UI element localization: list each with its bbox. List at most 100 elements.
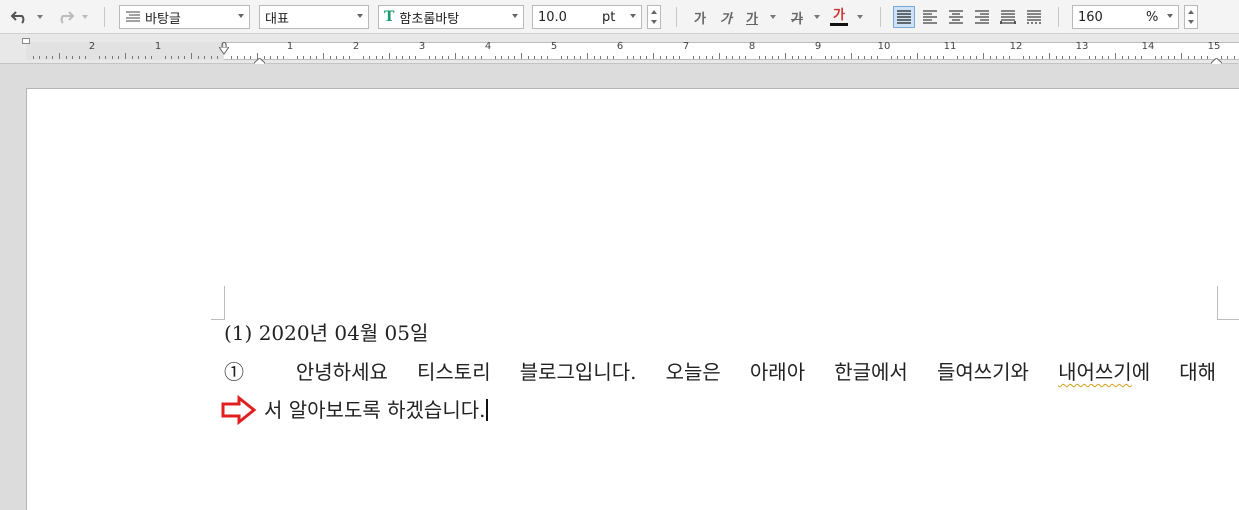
bold-button[interactable]: 가 [690, 5, 710, 29]
align-center-button[interactable] [945, 6, 967, 28]
zoom-select[interactable]: 160 % [1072, 5, 1179, 29]
ruler-tick [1128, 56, 1129, 59]
ruler-tick [66, 56, 67, 59]
ruler-tick [1003, 56, 1004, 59]
font-color-dropdown-icon[interactable] [857, 15, 863, 19]
ruler-tick [864, 56, 865, 59]
font-select[interactable]: T 함초롬바탕 [378, 5, 524, 29]
ruler-tick [1029, 56, 1030, 59]
undo-icon[interactable] [8, 5, 32, 29]
ruler-tick [765, 56, 766, 59]
paragraph-line[interactable]: (1) 2020년 04월 05일 [224, 317, 428, 346]
ruler-tick [508, 56, 509, 59]
chevron-down-icon [512, 14, 518, 18]
redo-dropdown-icon[interactable] [82, 15, 88, 19]
page-gap [0, 64, 1239, 88]
ruler-tick [1155, 56, 1156, 59]
ruler-label: 13 [1075, 41, 1089, 52]
paragraph-line[interactable]: ① 안녕하세요 티스토리 블로그입니다. 오늘은 아래아 한글에서 들여쓰기와 … [224, 356, 1216, 385]
paragraph-line[interactable]: 서 알아보도록 하겠습니다. [264, 394, 489, 423]
ruler-label: 14 [1141, 41, 1155, 52]
ruler-tick [72, 56, 73, 59]
language-select-value: 대표 [265, 11, 289, 27]
align-split-icon [1027, 10, 1041, 24]
redo-icon[interactable] [53, 5, 77, 29]
ruler-tick [1075, 56, 1076, 59]
ruler-tick [1023, 56, 1024, 59]
align-justify-button[interactable] [893, 6, 915, 28]
ruler-tick [1042, 56, 1043, 59]
ruler-tick [481, 56, 482, 59]
ruler-tick [39, 56, 40, 59]
ruler-tick [594, 56, 595, 59]
italic-button[interactable]: 가 [716, 5, 736, 29]
ruler-tick [745, 56, 746, 59]
ruler-tick [811, 56, 812, 59]
strikethrough-dropdown-icon[interactable] [814, 15, 820, 19]
chevron-down-icon [357, 14, 363, 18]
ruler-tick [204, 56, 205, 59]
undo-dropdown-icon[interactable] [37, 15, 43, 19]
ruler-tick [805, 56, 806, 59]
ruler-tick [547, 56, 548, 59]
text-cursor [486, 399, 489, 421]
strikethrough-button[interactable]: 가 [786, 5, 808, 29]
font-color-button[interactable]: 가 [828, 5, 850, 29]
ruler-tick [567, 56, 568, 59]
document-page[interactable] [26, 88, 1239, 510]
right-indent-marker[interactable] [1210, 53, 1223, 69]
underline-button[interactable]: 가 [742, 5, 762, 29]
align-distribute-button[interactable] [997, 6, 1019, 28]
ruler-tick [1188, 56, 1189, 59]
spellcheck-flagged-word[interactable]: 내어쓰기 [1058, 360, 1132, 384]
ruler-tick [33, 56, 34, 59]
ruler-tick [1227, 56, 1228, 59]
left-indent-marker[interactable] [253, 53, 266, 69]
ruler-tick [653, 53, 654, 59]
text-run: 에 대해 [1131, 360, 1217, 384]
ruler-tick [138, 56, 139, 59]
ruler-tick [462, 56, 463, 59]
zoom-spinner[interactable] [1184, 5, 1198, 29]
ruler-tick [534, 56, 535, 59]
ruler-tick [270, 56, 271, 59]
ruler-tick [521, 53, 522, 59]
ruler-tick [250, 56, 251, 59]
ruler-tick [706, 56, 707, 59]
ruler-tick [1095, 56, 1096, 59]
ruler-tick [151, 56, 152, 59]
font-size-spinner[interactable] [647, 5, 661, 29]
ruler-label: 2 [352, 41, 360, 52]
style-select[interactable]: 바탕글 [119, 5, 250, 29]
ruler-tick [666, 56, 667, 59]
ruler-label: 4 [484, 41, 492, 52]
ruler-tick [785, 53, 786, 59]
horizontal-ruler[interactable]: 2 1 0 1 2 3 4 5 6 7 8 9 10 11 12 13 14 15 [0, 34, 1239, 69]
font-size-select[interactable]: 10.0 pt [532, 5, 642, 29]
ruler-tick [1069, 56, 1070, 59]
margin-corner-mark [224, 286, 225, 319]
ruler-label: 11 [943, 41, 957, 52]
spin-down-icon[interactable] [1188, 20, 1194, 24]
ruler-tick [1122, 56, 1123, 59]
ruler-tick [363, 56, 364, 59]
ruler-tick [178, 56, 179, 59]
ruler-tick [693, 56, 694, 59]
language-select[interactable]: 대표 [259, 5, 369, 29]
ruler-tick [660, 56, 661, 59]
ruler-tick [1089, 56, 1090, 59]
spin-up-icon[interactable] [651, 10, 657, 14]
spin-down-icon[interactable] [651, 20, 657, 24]
spin-up-icon[interactable] [1188, 10, 1194, 14]
align-left-button[interactable] [919, 6, 941, 28]
ruler-tick [1194, 56, 1195, 59]
ruler-tick [871, 56, 872, 59]
ruler-tick [613, 56, 614, 59]
first-line-indent-marker[interactable] [218, 40, 230, 55]
ruler-tick [303, 56, 304, 59]
align-right-button[interactable] [971, 6, 993, 28]
chevron-down-icon [238, 14, 244, 18]
underline-dropdown-icon[interactable] [770, 15, 776, 19]
align-split-button[interactable] [1023, 6, 1045, 28]
ruler-left-stop[interactable] [22, 38, 30, 44]
